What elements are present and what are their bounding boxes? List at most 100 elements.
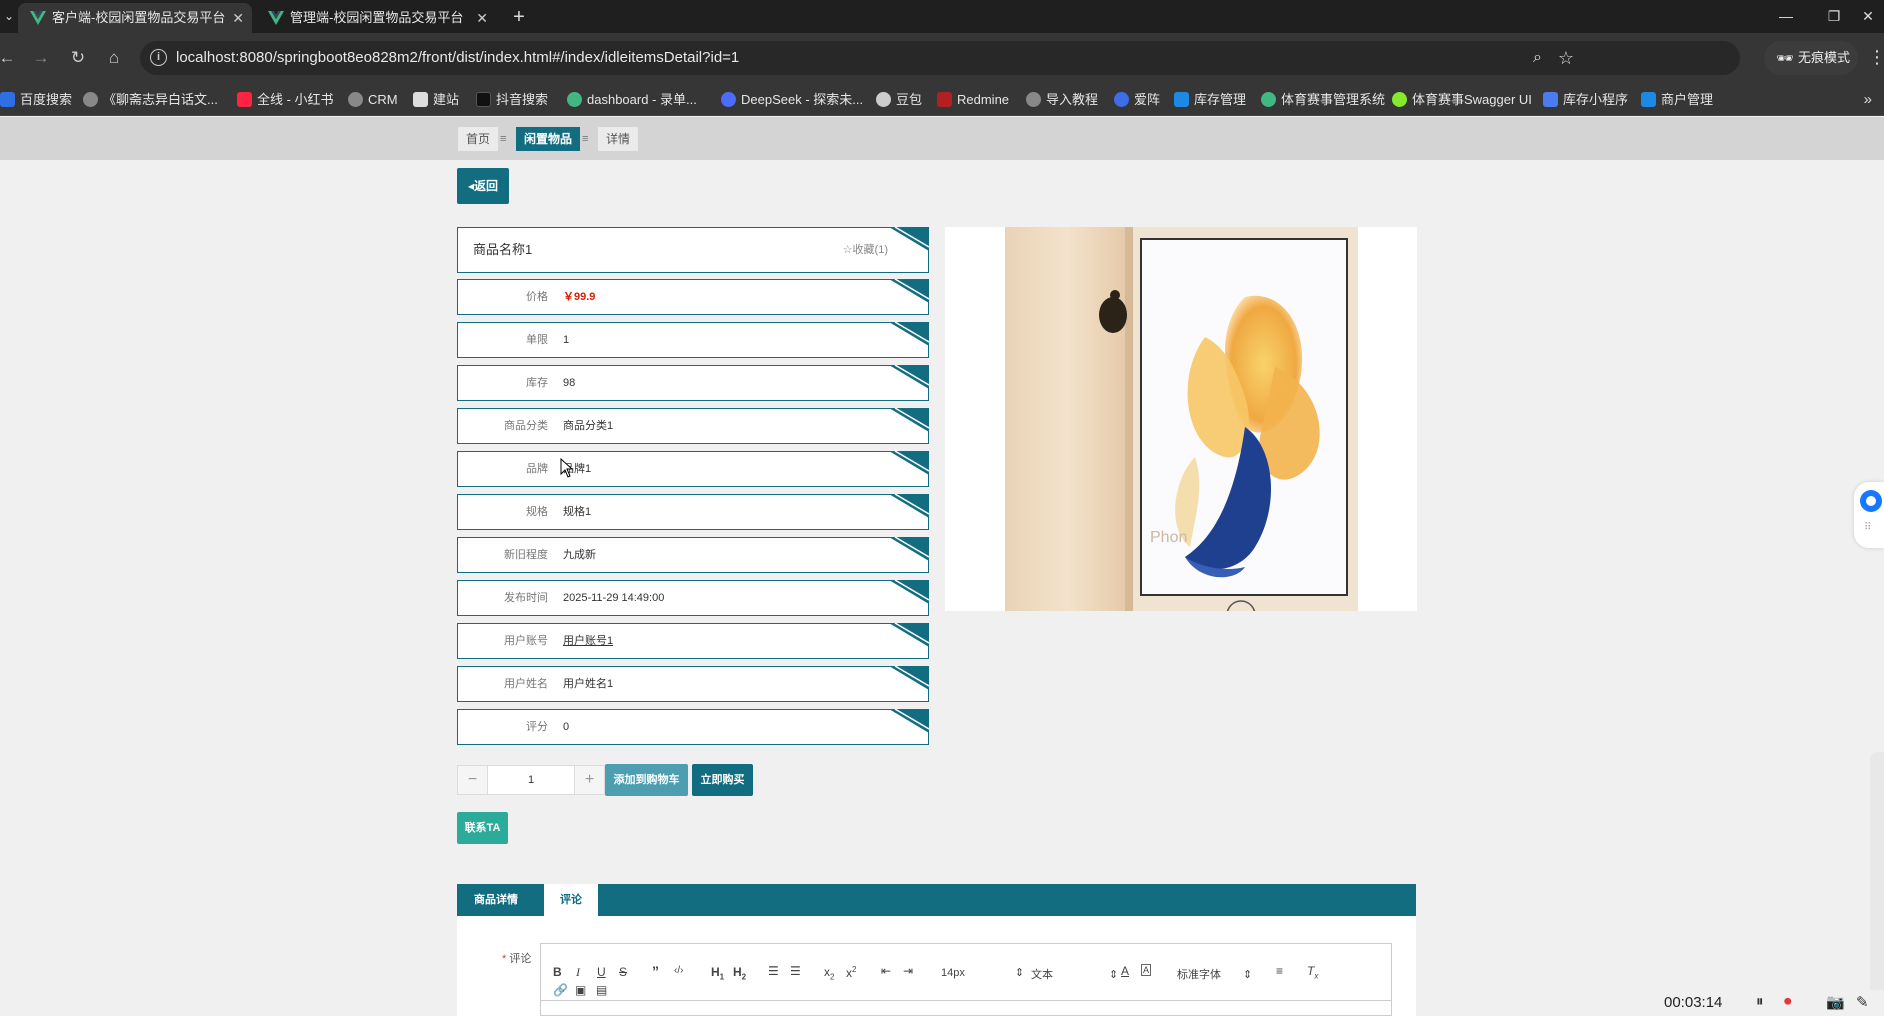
bookmark-item[interactable]: 全线 - 小红书 [237, 83, 334, 116]
browser-tab-client[interactable]: 客户端-校园闲置物品交易平台 ✕ [18, 3, 252, 33]
underline-icon[interactable]: U [597, 965, 606, 979]
back-arrow-icon[interactable]: ← [0, 45, 20, 71]
tab-comments[interactable]: 评论 [544, 884, 598, 916]
breadcrumb-category[interactable]: 闲置物品 [516, 127, 581, 151]
align-icon[interactable]: ≡ [1276, 964, 1283, 978]
baidu-icon [0, 92, 15, 107]
bullet-list-icon[interactable]: ☰ [790, 964, 801, 978]
breadcrumb: 首页 ≡ 闲置物品 ≡ 详情 [0, 117, 1884, 160]
swagger-icon [1392, 92, 1407, 107]
tab-close-icon[interactable]: ✕ [476, 3, 488, 33]
field-label: 商品分类 [504, 420, 548, 432]
incognito-badge[interactable]: 🕶 无痕模式 [1764, 41, 1858, 75]
home-icon[interactable]: ⌂ [101, 45, 127, 71]
browser-tab-admin[interactable]: 管理端-校园闲置物品交易平台 ✕ [256, 3, 496, 33]
bookmark-item[interactable]: 建站 [413, 83, 459, 116]
forward-arrow-icon[interactable]: → [28, 45, 54, 71]
quantity-decrease-button[interactable]: − [458, 766, 488, 794]
background-color-icon[interactable]: A [1141, 964, 1152, 976]
code-block-icon[interactable]: ‹/› [674, 965, 683, 976]
bookmark-item[interactable]: 抖音搜索 [476, 83, 548, 116]
address-bar[interactable]: i localhost:8080/springboot8eo828m2/fron… [140, 41, 1740, 75]
bookmark-item[interactable]: 《聊斋志异白话文... [83, 83, 218, 116]
strikethrough-icon[interactable]: S [619, 965, 627, 979]
bookmark-item[interactable]: 体育赛事Swagger UI [1392, 83, 1532, 116]
select-arrows-icon: ⇕ [1243, 969, 1253, 981]
font-family-select[interactable]: 标准字体 ⇕ [1177, 966, 1252, 982]
price-value: ￥99.9 [563, 291, 596, 303]
field-label: 价格 [526, 291, 548, 303]
clear-format-icon[interactable]: Tx [1307, 964, 1318, 980]
favorite-button[interactable]: ☆收藏(1) [843, 228, 888, 272]
bookmark-item[interactable]: CRM [348, 83, 398, 116]
bookmark-item[interactable]: Redmine [937, 83, 1009, 116]
bookmark-item[interactable]: 导入教程 [1026, 83, 1098, 116]
xiaohongshu-icon [237, 92, 252, 107]
bookmark-item[interactable]: DeepSeek - 探索未... [721, 83, 863, 116]
back-button[interactable]: ◂返回 [457, 168, 509, 204]
bookmark-item[interactable]: 体育赛事管理系统 [1261, 83, 1385, 116]
bookmark-item[interactable]: 商户管理 [1641, 83, 1713, 116]
pause-icon[interactable]: ⏸ [1756, 993, 1764, 1010]
bookmark-item[interactable]: 库存小程序 [1543, 83, 1628, 116]
globe-icon [348, 92, 363, 107]
quantity-increase-button[interactable]: + [574, 766, 604, 794]
comment-label-text: 评论 [509, 953, 532, 965]
comment-rich-editor[interactable]: B I U S ” ‹/› H1 H2 ☰ ☰ x2 x2 ⇤ ⇥ 14px ⇕ … [540, 943, 1392, 1016]
quantity-input[interactable]: 1 [488, 766, 574, 794]
tab-search-chevron-icon[interactable]: ⌄ [0, 0, 18, 33]
font-family-value: 标准字体 [1177, 969, 1221, 981]
bookmark-item[interactable]: 库存管理 [1174, 83, 1246, 116]
contact-seller-button[interactable]: 联系TA [457, 812, 508, 844]
image-icon[interactable]: ▣ [575, 983, 586, 997]
bookmark-label: 体育赛事Swagger UI [1412, 92, 1532, 107]
buy-now-button[interactable]: 立即购买 [692, 764, 753, 796]
ordered-list-icon[interactable]: ☰ [768, 964, 779, 978]
link-icon[interactable]: 🔗 [553, 983, 568, 997]
new-tab-plus-icon[interactable]: + [505, 3, 533, 31]
italic-icon[interactable]: I [576, 965, 580, 980]
pen-icon[interactable]: ✎ [1856, 993, 1869, 1011]
site-info-icon[interactable]: i [150, 49, 167, 66]
heading-1-icon[interactable]: H1 [711, 965, 724, 981]
doubao-icon [876, 92, 891, 107]
header-select[interactable]: 文本 ⇕ [1031, 966, 1118, 982]
bookmark-item[interactable]: 百度搜索 [0, 83, 72, 116]
stop-record-icon[interactable]: ⏺ [1784, 993, 1792, 1010]
info-row-stock: 库存 98 [457, 365, 929, 401]
bold-icon[interactable]: B [553, 965, 562, 979]
bookmarks-more-icon[interactable]: » [1864, 83, 1872, 116]
user-account-link[interactable]: 用户账号1 [563, 624, 613, 658]
zoom-icon[interactable]: ⌕ [1533, 41, 1542, 75]
browser-menu-icon[interactable]: ⋮ [1868, 44, 1884, 70]
outdent-icon[interactable]: ⇤ [881, 964, 891, 978]
vue-logo-icon [30, 11, 46, 25]
floating-assistant-widget[interactable]: ⠿ [1854, 482, 1884, 548]
superscript-icon[interactable]: x2 [846, 965, 856, 980]
bookmark-item[interactable]: 爱阵 [1114, 83, 1160, 116]
text-color-icon[interactable]: A [1121, 964, 1129, 978]
reload-icon[interactable]: ↻ [65, 45, 91, 71]
bookmark-item[interactable]: 豆包 [876, 83, 922, 116]
window-close-icon[interactable]: ✕ [1852, 0, 1884, 33]
subscript-icon[interactable]: x2 [824, 965, 834, 981]
heading-2-icon[interactable]: H2 [733, 965, 746, 981]
minimize-icon[interactable]: — [1766, 0, 1806, 33]
corner-ribbon-icon [889, 709, 929, 733]
video-icon[interactable]: ▤ [596, 983, 607, 997]
camera-icon[interactable]: 📷 [1826, 993, 1845, 1011]
tab-product-detail[interactable]: 商品详情 [457, 884, 535, 916]
info-row-price: 价格 ￥99.9 [457, 279, 929, 315]
bookmark-item[interactable]: dashboard - 录单... [567, 83, 697, 116]
indent-icon[interactable]: ⇥ [903, 964, 913, 978]
breadcrumb-home[interactable]: 首页 [458, 127, 499, 151]
bookmark-star-icon[interactable]: ☆ [1558, 41, 1574, 75]
blockquote-icon[interactable]: ” [652, 963, 659, 979]
bookmark-label: 爱阵 [1134, 92, 1161, 107]
drag-handle-icon[interactable]: ⠿ [1864, 522, 1871, 533]
restore-icon[interactable]: ❐ [1814, 0, 1854, 33]
tab-close-icon[interactable]: ✕ [232, 3, 244, 33]
font-size-select[interactable]: 14px ⇕ [941, 966, 1024, 979]
add-to-cart-button[interactable]: 添加到购物车 [605, 764, 688, 796]
corner-ribbon-icon [889, 666, 929, 690]
